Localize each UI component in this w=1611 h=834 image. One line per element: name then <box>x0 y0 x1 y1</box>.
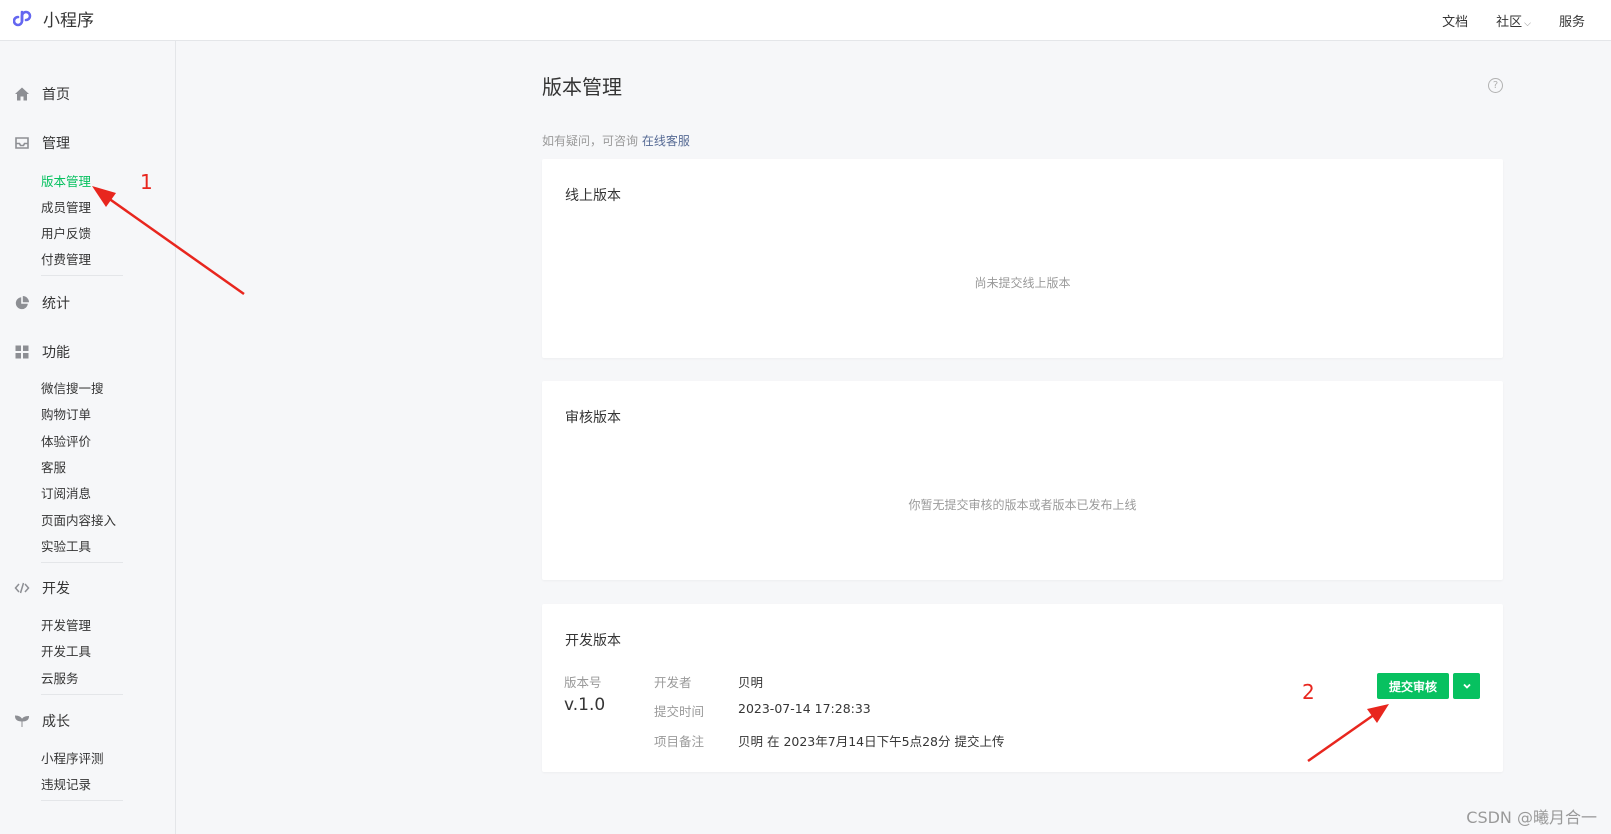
sidebar-item-lab-tools[interactable]: 实验工具 <box>41 536 91 555</box>
logo[interactable]: 小程序 <box>13 6 94 31</box>
pie-chart-icon <box>14 295 30 311</box>
sidebar-dev-label: 开发 <box>42 581 70 597</box>
sidebar-item-miniprogram-eval[interactable]: 小程序评测 <box>41 748 104 767</box>
nav-docs[interactable]: 文档 <box>1442 11 1468 30</box>
review-version-empty: 你暂无提交审核的版本或者版本已发布上线 <box>908 498 1137 512</box>
sidebar-features-label: 功能 <box>42 345 70 361</box>
sidebar-item-customer-service[interactable]: 客服 <box>41 457 66 476</box>
version-number-label: 版本号 <box>564 675 602 690</box>
online-service-link[interactable]: 在线客服 <box>642 134 690 148</box>
sprout-icon <box>14 713 30 729</box>
logo-text: 小程序 <box>43 11 94 31</box>
online-version-empty: 尚未提交线上版本 <box>974 276 1071 290</box>
code-icon <box>14 580 30 596</box>
sidebar-item-member-manage[interactable]: 成员管理 <box>41 197 91 216</box>
chevron-down-icon: ⌵ <box>1524 18 1531 29</box>
dev-version-card: 开发版本 版本号 v.1.0 开发者 贝明 提交时间 2023-07-14 17… <box>542 604 1503 772</box>
chevron-down-icon <box>1462 683 1471 689</box>
sidebar-item-payment-manage[interactable]: 付费管理 <box>41 249 91 268</box>
submit-review-button[interactable]: 提交审核 <box>1377 673 1449 699</box>
nav-community-label: 社区 <box>1496 14 1523 30</box>
sidebar-item-wechat-search[interactable]: 微信搜一搜 <box>41 378 104 397</box>
submit-time-label: 提交时间 <box>654 704 705 719</box>
sidebar-divider <box>41 275 123 276</box>
version-number: v.1.0 <box>564 695 606 715</box>
sidebar-item-violation-record[interactable]: 违规记录 <box>41 774 91 793</box>
sidebar-item-page-content[interactable]: 页面内容接入 <box>41 510 116 529</box>
sidebar-divider <box>41 562 123 563</box>
watermark: CSDN @曦月合一 <box>1466 808 1597 827</box>
consult-prefix: 如有疑问，可咨询 <box>542 134 639 148</box>
miniprogram-logo-icon <box>13 10 32 26</box>
grid-icon <box>14 344 30 360</box>
sidebar-item-experience-review[interactable]: 体验评价 <box>41 431 91 450</box>
developer-value: 贝明 <box>738 675 764 690</box>
online-version-card: 线上版本 尚未提交线上版本 <box>542 159 1503 358</box>
nav-service[interactable]: 服务 <box>1559 11 1585 30</box>
project-note-value: 贝明 在 2023年7月14日下午5点28分 提交上传 <box>738 734 1005 749</box>
top-nav: 文档 社区 ⌵ 服务 <box>1414 0 1585 40</box>
sidebar-stats-label: 统计 <box>42 296 70 312</box>
sidebar: 首页 管理 版本管理 成员管理 用户反馈 付费管理 统计 功能 微信搜一搜 购物… <box>0 41 176 834</box>
sidebar-item-cloud-service[interactable]: 云服务 <box>41 668 79 687</box>
sidebar-growth-label: 成长 <box>42 714 70 730</box>
sidebar-features[interactable]: 功能 <box>0 341 176 363</box>
annotation-number-1: 1 <box>140 170 153 194</box>
sidebar-growth[interactable]: 成长 <box>0 710 176 732</box>
online-version-title: 线上版本 <box>565 188 621 204</box>
submit-time-value: 2023-07-14 17:28:33 <box>738 701 871 716</box>
developer-label: 开发者 <box>654 675 692 690</box>
home-icon <box>14 86 30 102</box>
annotation-number-2: 2 <box>1302 680 1315 704</box>
project-note-label: 项目备注 <box>654 734 705 749</box>
sidebar-divider <box>41 694 123 695</box>
inbox-icon <box>14 135 30 151</box>
sidebar-stats[interactable]: 统计 <box>0 292 176 314</box>
sidebar-manage[interactable]: 管理 <box>0 132 176 154</box>
help-icon[interactable]: ? <box>1488 78 1503 93</box>
sidebar-dev[interactable]: 开发 <box>0 577 176 599</box>
sidebar-item-shopping-orders[interactable]: 购物订单 <box>41 404 91 423</box>
sidebar-divider <box>41 800 123 801</box>
sidebar-item-dev-tools[interactable]: 开发工具 <box>41 641 91 660</box>
review-version-card: 审核版本 你暂无提交审核的版本或者版本已发布上线 <box>542 381 1503 580</box>
sidebar-manage-label: 管理 <box>42 136 70 152</box>
nav-community[interactable]: 社区 ⌵ <box>1496 11 1531 30</box>
more-options-button[interactable] <box>1453 673 1480 699</box>
dev-version-title: 开发版本 <box>565 633 621 649</box>
sidebar-home-label: 首页 <box>42 87 70 103</box>
sidebar-item-user-feedback[interactable]: 用户反馈 <box>41 223 91 242</box>
sidebar-item-subscribe-message[interactable]: 订阅消息 <box>41 483 91 502</box>
sidebar-home[interactable]: 首页 <box>0 83 176 105</box>
sidebar-item-dev-manage[interactable]: 开发管理 <box>41 615 91 634</box>
consult-text: 如有疑问，可咨询 在线客服 <box>542 132 690 149</box>
page-title: 版本管理 <box>542 75 622 99</box>
sidebar-item-version-manage[interactable]: 版本管理 <box>41 171 91 190</box>
review-version-title: 审核版本 <box>565 410 621 426</box>
top-bar: 小程序 文档 社区 ⌵ 服务 <box>0 0 1611 41</box>
